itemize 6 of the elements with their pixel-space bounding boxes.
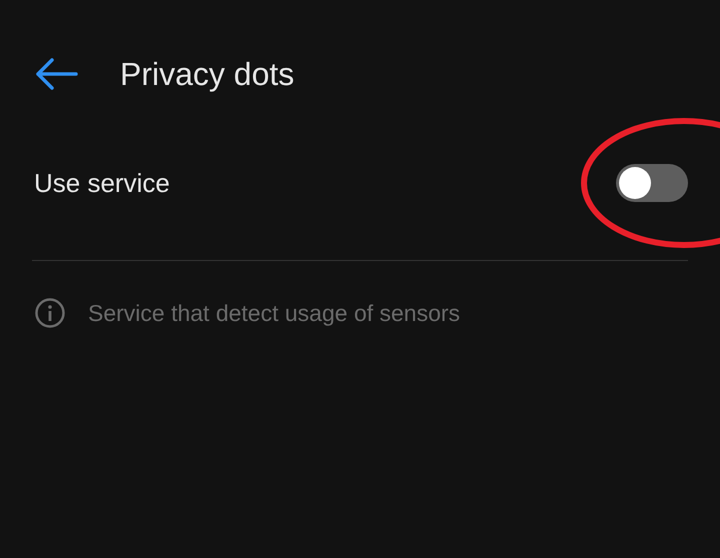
screen-title: Privacy dots <box>120 56 294 92</box>
back-icon[interactable] <box>34 57 78 91</box>
info-text: Service that detect usage of sensors <box>88 300 460 326</box>
info-icon <box>34 297 66 329</box>
setting-label: Use service <box>34 168 170 198</box>
toggle-switch[interactable] <box>616 164 688 202</box>
